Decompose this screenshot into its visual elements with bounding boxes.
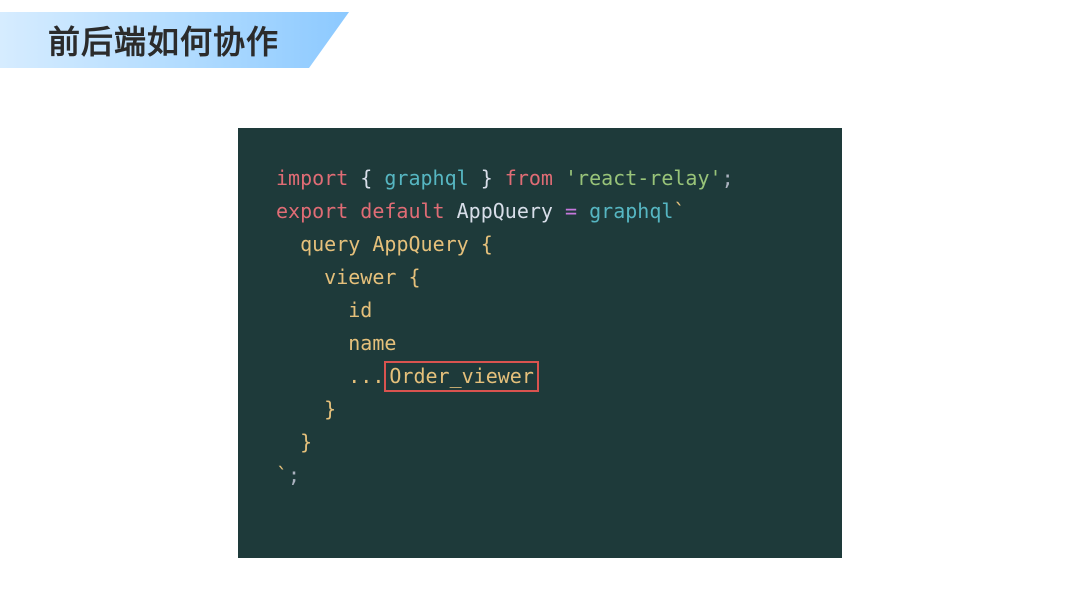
code-line-8: ...Order_viewer bbox=[276, 360, 804, 393]
code-line-1: import { graphql } from 'react-relay'; bbox=[276, 162, 804, 195]
slide-title: 前后端如何协作 bbox=[48, 17, 279, 63]
code-line-6: id bbox=[276, 294, 804, 327]
fragment-highlight: Order_viewer bbox=[384, 361, 539, 392]
slide-header: 前后端如何协作 bbox=[0, 12, 349, 68]
code-line-9: } bbox=[276, 393, 804, 426]
code-line-11: `; bbox=[276, 459, 804, 492]
code-snippet: import { graphql } from 'react-relay'; e… bbox=[238, 128, 842, 558]
code-line-5: viewer { bbox=[276, 261, 804, 294]
code-line-3: export default AppQuery = graphql` bbox=[276, 195, 804, 228]
code-line-7: name bbox=[276, 327, 804, 360]
code-line-10: } bbox=[276, 426, 804, 459]
code-line-4: query AppQuery { bbox=[276, 228, 804, 261]
banner-background: 前后端如何协作 bbox=[0, 12, 349, 68]
